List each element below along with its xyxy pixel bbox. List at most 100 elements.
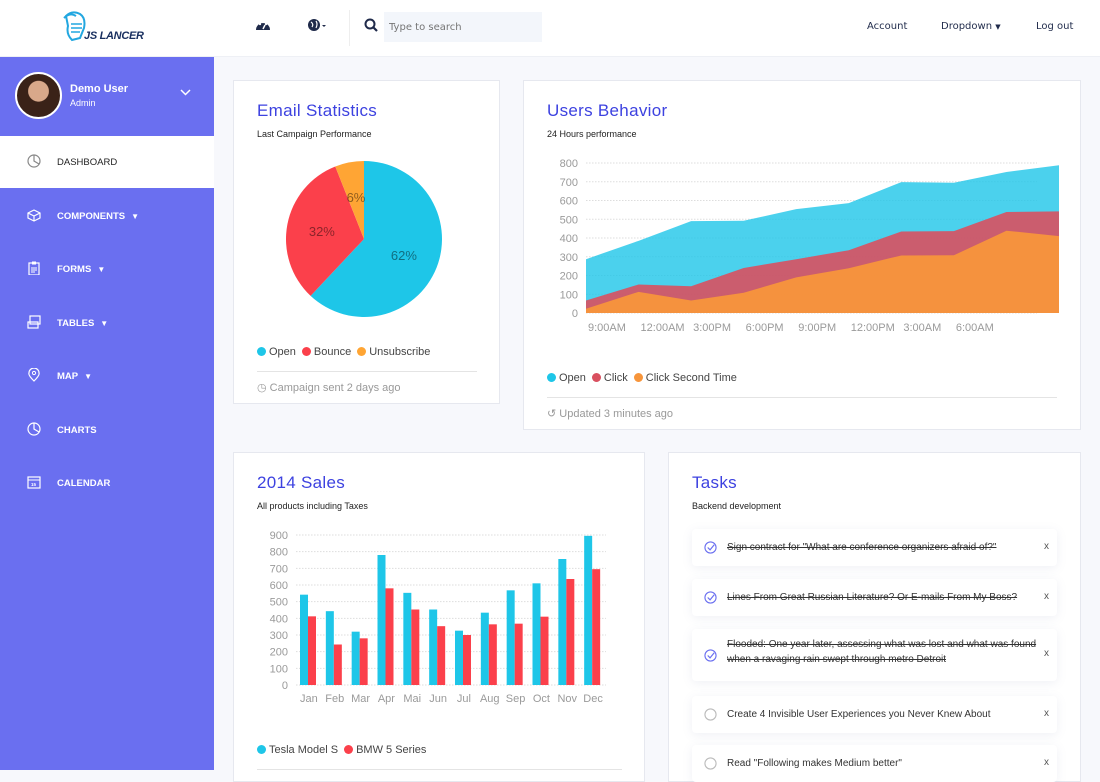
- x-tick-label: 6:00PM: [746, 322, 784, 334]
- legend-label: Unsubscribe: [369, 346, 431, 358]
- pie-label: 6%: [347, 190, 366, 205]
- x-tick-label: 9:00AM: [588, 322, 626, 334]
- y-tick-label: 600: [560, 196, 578, 208]
- legend-item: BMW 5 Series: [344, 744, 426, 756]
- legend-dot: [257, 347, 266, 356]
- remove-task-button[interactable]: x: [1044, 591, 1049, 602]
- account-link[interactable]: Account: [867, 21, 907, 32]
- legend-item: Click Second Time: [633, 372, 737, 384]
- empty-circle-checkbox[interactable]: [704, 708, 717, 721]
- task-text: Lines From Great Russian Literature? Or …: [727, 592, 1018, 603]
- y-tick-label: 500: [560, 214, 578, 226]
- clipboard-icon: [28, 261, 40, 275]
- card-footer: ↺ Updated 3 minutes ago: [547, 407, 673, 420]
- sidebar-item-label: COMPONENTS ▼: [57, 210, 140, 222]
- x-tick-label: Jun: [429, 693, 447, 705]
- sidebar-item-tables[interactable]: TABLES ▼: [0, 297, 214, 349]
- sidebar-item-label: MAP ▼: [57, 371, 93, 382]
- card-footer: ◷ Campaign sent 2 days ago: [257, 381, 401, 394]
- history-icon: ↺: [547, 408, 557, 420]
- logout-link[interactable]: Log out: [1036, 21, 1073, 32]
- x-tick-label: 12:00AM: [641, 322, 685, 334]
- globe-icon: [308, 19, 326, 31]
- cube-icon: [27, 208, 41, 222]
- chevron-down-icon[interactable]: [180, 87, 191, 99]
- legend-item: Open: [257, 346, 296, 358]
- email-statistics-card: Email Statistics Last Campaign Performan…: [233, 80, 500, 404]
- legend-item: Unsubscribe: [357, 346, 430, 358]
- x-tick-label: 9:00PM: [798, 322, 836, 334]
- card-subtitle: Last Campaign Performance: [257, 129, 372, 139]
- sidebar-item-components[interactable]: COMPONENTS ▼: [0, 190, 214, 242]
- task-text: Create 4 Invisible User Experiences you …: [727, 709, 991, 720]
- task-text: Read "Following makes Medium better": [727, 758, 902, 769]
- legend-dot: [591, 373, 601, 382]
- y-tick-label: 900: [270, 530, 288, 542]
- bar-tesla-model-s: [480, 612, 489, 685]
- footer-text: Updated 3 minutes ago: [559, 408, 674, 420]
- x-tick-label: Feb: [325, 693, 344, 705]
- legend-item: Bounce: [301, 346, 351, 358]
- bar-bmw-5-series: [463, 635, 471, 685]
- legend-dot: [257, 745, 266, 754]
- user-panel[interactable]: Demo User Admin: [0, 57, 214, 136]
- y-tick-label: 200: [560, 271, 578, 283]
- pie-chart: 62% 32% 6%: [285, 161, 442, 317]
- check-circle-icon[interactable]: [704, 541, 717, 554]
- bar-bmw-5-series: [411, 609, 420, 685]
- sidebar-item-forms[interactable]: FORMS ▼: [0, 243, 214, 295]
- legend-label: Open: [269, 346, 296, 358]
- remove-task-button[interactable]: x: [1044, 541, 1049, 552]
- y-tick-label: 300: [560, 252, 578, 264]
- task-text: Flooded: One year later, assessing what …: [727, 639, 1037, 665]
- bar-bmw-5-series: [437, 626, 446, 685]
- sidebar-item-charts[interactable]: CHARTS: [0, 404, 214, 456]
- card-title: Tasks: [692, 473, 737, 492]
- bar-tesla-model-s: [455, 630, 463, 685]
- empty-circle-checkbox[interactable]: [704, 757, 717, 770]
- logo[interactable]: JS LANCER: [62, 10, 152, 46]
- y-tick-label: 400: [560, 233, 578, 245]
- card-title: Email Statistics: [257, 101, 378, 120]
- remove-task-button[interactable]: x: [1044, 708, 1049, 719]
- user-name: Demo User: [70, 83, 129, 95]
- bar-bmw-5-series: [592, 569, 601, 685]
- dashboard-gauge-icon[interactable]: [255, 18, 271, 36]
- clock-icon: ◷: [257, 382, 267, 394]
- caret-down-icon: ▼: [100, 318, 109, 328]
- topbar: JS LANCER Account Dropdown ▼ Log out: [0, 0, 1100, 57]
- remove-task-button[interactable]: x: [1044, 757, 1049, 768]
- x-tick-label: Nov: [557, 693, 577, 705]
- divider: [257, 371, 477, 372]
- globe-dropdown[interactable]: [307, 18, 329, 36]
- bar-bmw-5-series: [385, 588, 394, 685]
- y-tick-label: 100: [270, 663, 288, 675]
- sidebar-item-label: DASHBOARD: [57, 157, 118, 168]
- y-tick-label: 700: [560, 177, 578, 189]
- dropdown-menu[interactable]: Dropdown ▼: [941, 21, 1001, 32]
- sidebar-item-map[interactable]: MAP ▼: [0, 350, 214, 402]
- search-icon[interactable]: [364, 18, 378, 37]
- y-tick-label: 700: [270, 563, 288, 575]
- card-subtitle: Backend development: [692, 501, 782, 511]
- divider: [547, 397, 1057, 398]
- remove-task-button[interactable]: x: [1044, 648, 1049, 659]
- caret-down-icon: ▼: [995, 23, 1001, 31]
- check-circle-icon[interactable]: [704, 648, 717, 662]
- x-tick-label: Mai: [403, 693, 421, 705]
- users-behavior-card: Users Behavior 24 Hours performance 0 100…: [523, 80, 1081, 430]
- task-item: Lines From Great Russian Literature? Or …: [692, 579, 1057, 616]
- search-input[interactable]: [384, 12, 542, 42]
- legend-dot: [547, 373, 556, 382]
- sidebar-item-calendar[interactable]: 15 CALENDAR: [0, 457, 214, 509]
- bar-tesla-model-s: [300, 594, 308, 685]
- user-role: Admin: [70, 98, 96, 108]
- bar-bmw-5-series: [488, 624, 497, 685]
- check-circle-icon[interactable]: [704, 591, 717, 604]
- sidebar-item-dashboard[interactable]: DASHBOARD: [0, 136, 214, 188]
- task-item: Read "Following makes Medium better" x: [692, 745, 1057, 782]
- legend-label: BMW 5 Series: [356, 744, 427, 756]
- y-tick-label: 0: [282, 680, 288, 692]
- bar-bmw-5-series: [566, 579, 575, 685]
- pie-chart-icon: [27, 154, 41, 168]
